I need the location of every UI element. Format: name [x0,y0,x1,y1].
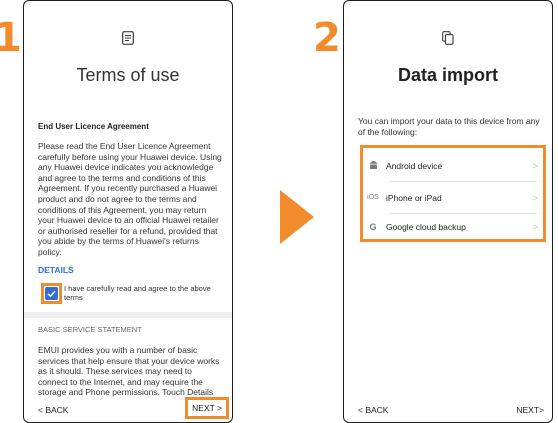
agree-checkbox-label: I have carefully read and agree to the a… [64,284,211,302]
check-icon [47,290,56,298]
copy-icon [442,31,454,45]
document-icon [122,31,134,45]
details-link[interactable]: DETAILS [38,265,74,275]
android-icon [366,160,380,172]
step-number-2: 2 [313,15,341,61]
option-label: Android device [386,160,443,171]
next-button[interactable]: NEXT > [185,397,229,419]
option-google-cloud-backup[interactable]: G Google cloud backup > [363,211,543,242]
terms-of-use-screen: Terms of use End User Licence Agreement … [23,0,233,423]
basic-service-heading: BASIC SERVICE STATEMENT [38,325,142,334]
step-number-1: 1 [0,15,22,61]
section-divider [24,312,232,318]
arrow-right-icon [280,190,314,244]
google-icon: G [369,221,377,232]
import-intro-text: You can import your data to this device … [358,116,540,137]
page-title: Data import [397,65,498,85]
chevron-right-icon: > [532,160,538,171]
back-button[interactable]: < BACK [358,405,388,415]
data-import-screen: Data import You can import your data to … [343,0,553,423]
option-iphone-ipad[interactable]: iOS iPhone or iPad > [363,182,543,213]
chevron-right-icon: > [532,221,538,232]
import-options-list: Android device > iOS iPhone or iPad > G … [360,145,546,242]
option-label: iPhone or iPad [386,192,442,203]
chevron-right-icon: > [532,192,538,203]
next-button[interactable]: NEXT> [516,405,544,415]
back-button[interactable]: < BACK [38,405,68,415]
eula-text: Please read the End User Licence Agreeme… [38,141,222,257]
basic-service-text: EMUI provides you with a number of basic… [38,345,220,398]
option-android-device[interactable]: Android device > [363,150,543,181]
agree-checkbox[interactable] [41,283,62,304]
option-label: Google cloud backup [386,221,466,232]
ios-icon: iOS [367,194,379,201]
eula-heading: End User Licence Agreement [38,122,149,131]
checkbox-fill [45,287,58,300]
page-title: Terms of use [76,65,180,85]
